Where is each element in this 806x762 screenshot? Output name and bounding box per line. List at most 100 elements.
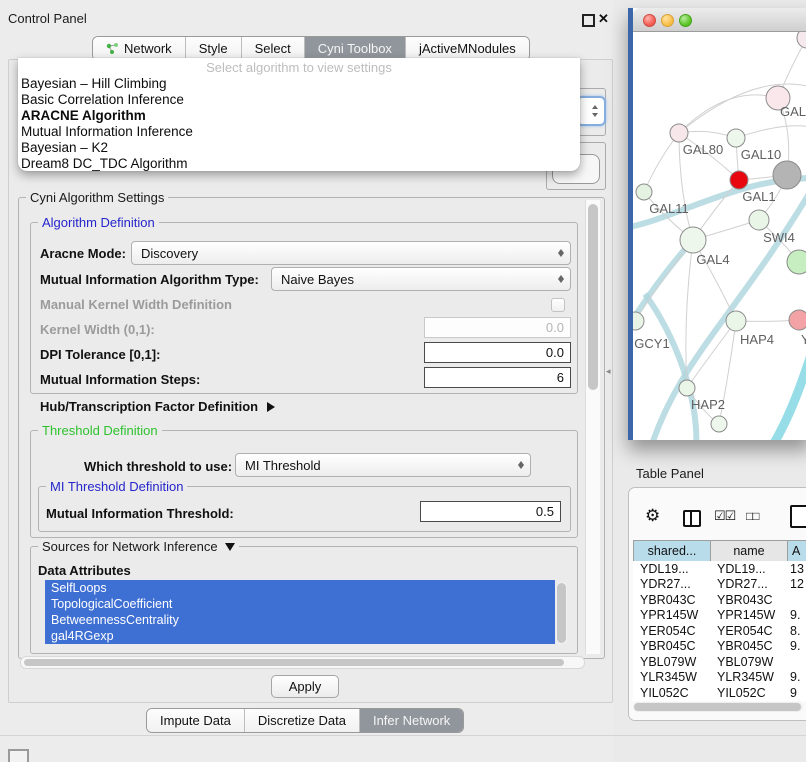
- network-node[interactable]: [727, 129, 745, 147]
- mi-type-select[interactable]: Naive Bayes: [271, 267, 571, 291]
- dpi-tolerance-field[interactable]: 0.0: [424, 342, 571, 363]
- network-node[interactable]: [787, 250, 806, 274]
- export-table-icon[interactable]: [790, 505, 806, 528]
- attribute-item[interactable]: SelfLoops: [45, 580, 555, 596]
- table-row[interactable]: YDR27...YDR27...12: [633, 577, 806, 593]
- network-node-label: GAL10: [741, 147, 781, 162]
- settings-horizontal-scrollbar[interactable]: [20, 656, 585, 669]
- table-cell: YBR043C: [633, 593, 710, 607]
- table-row[interactable]: YPR145WYPR145W9.: [633, 608, 806, 624]
- network-node-label: GAL: [780, 104, 806, 119]
- mi-type-label: Mutual Information Algorithm Type:: [40, 272, 259, 287]
- table-cell: 13: [787, 562, 806, 576]
- network-node[interactable]: [730, 171, 748, 189]
- table-horizontal-scrollbar-thumb[interactable]: [634, 703, 801, 711]
- table-row[interactable]: YDL19...YDL19...13: [633, 561, 806, 577]
- network-node[interactable]: [636, 184, 652, 200]
- network-edge[interactable]: [736, 126, 806, 138]
- tab-select[interactable]: Select: [241, 37, 304, 60]
- close-panel-icon[interactable]: ✕: [598, 11, 609, 27]
- tab-label: Cyni Toolbox: [318, 41, 392, 56]
- tab-jactivemnodules[interactable]: jActiveMNodules: [405, 37, 529, 60]
- network-node[interactable]: [670, 124, 688, 142]
- tab-style[interactable]: Style: [185, 37, 241, 60]
- split-panel-icon[interactable]: [683, 510, 701, 527]
- select-all-columns-icon[interactable]: ☑☑: [714, 508, 735, 524]
- maximize-window-icon[interactable]: [679, 14, 692, 27]
- sources-group-header[interactable]: Sources for Network Inference: [38, 539, 239, 554]
- network-node[interactable]: [680, 227, 706, 253]
- minimize-window-icon[interactable]: [661, 14, 674, 27]
- settings-vertical-scrollbar-thumb[interactable]: [588, 204, 598, 390]
- network-node[interactable]: [797, 32, 806, 48]
- float-panel-icon[interactable]: [582, 14, 595, 27]
- table-row[interactable]: YIL052CYIL052C9: [633, 685, 806, 701]
- network-node[interactable]: [789, 310, 806, 330]
- settings-vertical-scrollbar[interactable]: [585, 200, 600, 654]
- close-window-icon[interactable]: [643, 14, 656, 27]
- algorithm-combo-fragment[interactable]: [576, 96, 606, 126]
- network-node[interactable]: [711, 416, 727, 432]
- network-window-titlebar[interactable]: [633, 8, 806, 32]
- kernel-width-field[interactable]: 0.0: [424, 317, 571, 338]
- expand-right-icon: [267, 402, 275, 412]
- attributes-list-scrollbar[interactable]: [556, 582, 567, 644]
- settings-horizontal-scrollbar-thumb[interactable]: [24, 659, 564, 666]
- network-node-label: GAL80: [683, 142, 723, 157]
- column-header-shared-name[interactable]: shared...: [634, 541, 711, 562]
- algorithm-option[interactable]: Mutual Information Inference: [18, 124, 580, 140]
- tab-cyni-toolbox[interactable]: Cyni Toolbox: [304, 37, 405, 60]
- table-row[interactable]: YBL079WYBL079W: [633, 654, 806, 670]
- tab-impute-data[interactable]: Impute Data: [147, 709, 244, 732]
- attribute-item[interactable]: BetweennessCentrality: [45, 612, 555, 628]
- mi-steps-label: Mutual Information Steps:: [40, 372, 200, 387]
- algorithm-option[interactable]: Bayesian – Hill Climbing: [18, 76, 580, 92]
- algorithm-option[interactable]: Bayesian – K2: [18, 140, 580, 156]
- network-node[interactable]: [679, 380, 695, 396]
- network-edge[interactable]: [647, 184, 806, 440]
- algorithm-option[interactable]: ARACNE Algorithm: [18, 108, 580, 124]
- table-cell: YDL19...: [633, 562, 710, 576]
- deselect-all-columns-icon[interactable]: □□: [746, 509, 759, 523]
- column-header-partial[interactable]: A: [788, 541, 806, 562]
- network-node[interactable]: [773, 161, 801, 189]
- table-header-row: shared... name A: [633, 540, 806, 562]
- table-horizontal-scrollbar[interactable]: [633, 702, 803, 712]
- network-node[interactable]: [726, 311, 746, 331]
- kernel-width-label: Kernel Width (0,1):: [40, 322, 155, 337]
- manual-kernel-checkbox[interactable]: [551, 298, 565, 312]
- table-settings-gear-icon[interactable]: ⚙: [645, 506, 660, 526]
- table-row[interactable]: YLR345WYLR345W9.: [633, 670, 806, 686]
- apply-button[interactable]: Apply: [271, 675, 339, 698]
- mi-threshold-field[interactable]: 0.5: [420, 501, 561, 522]
- network-node[interactable]: [633, 312, 644, 330]
- tab-network[interactable]: Network: [93, 37, 185, 60]
- network-graph[interactable]: GALGAL80GAL10GAL1GAL11GAL4SWI4GCY1HAP4YH…: [633, 32, 806, 440]
- table-cell: YER054C: [710, 624, 787, 638]
- tab-label: Select: [255, 41, 291, 56]
- attribute-item[interactable]: gal4RGexp: [45, 628, 555, 644]
- aracne-mode-select[interactable]: Discovery: [131, 241, 571, 265]
- algorithm-option[interactable]: Dream8 DC_TDC Algorithm: [18, 156, 580, 172]
- tab-infer-network[interactable]: Infer Network: [359, 709, 463, 732]
- algorithm-option[interactable]: Basic Correlation Inference: [18, 92, 580, 108]
- table-row[interactable]: YBR043CYBR043C: [633, 592, 806, 608]
- hub-definition-toggle[interactable]: Hub/Transcription Factor Definition: [40, 399, 275, 414]
- network-edge[interactable]: [644, 133, 679, 192]
- column-header-name[interactable]: name: [711, 541, 788, 562]
- mi-steps-field[interactable]: 6: [424, 367, 571, 388]
- which-threshold-select[interactable]: MI Threshold: [235, 453, 531, 477]
- network-node[interactable]: [749, 210, 769, 230]
- mi-threshold-label: Mutual Information Threshold:: [46, 506, 234, 521]
- attributes-list-scrollbar-thumb[interactable]: [557, 583, 566, 643]
- network-view-window: GALGAL80GAL10GAL1GAL11GAL4SWI4GCY1HAP4YH…: [628, 8, 806, 440]
- table-row[interactable]: YBR045CYBR045C9.: [633, 639, 806, 655]
- tab-discretize-data[interactable]: Discretize Data: [244, 709, 359, 732]
- minimized-panel-icon[interactable]: [8, 749, 29, 762]
- network-canvas[interactable]: GALGAL80GAL10GAL1GAL11GAL4SWI4GCY1HAP4YH…: [633, 32, 806, 440]
- attribute-item[interactable]: TopologicalCoefficient: [45, 596, 555, 612]
- panel-splitter-handle[interactable]: ◂: [606, 366, 611, 377]
- algorithm-dropdown-placeholder: Select algorithm to view settings: [18, 58, 580, 76]
- network-edge[interactable]: [679, 95, 778, 133]
- table-row[interactable]: YER054CYER054C8.: [633, 623, 806, 639]
